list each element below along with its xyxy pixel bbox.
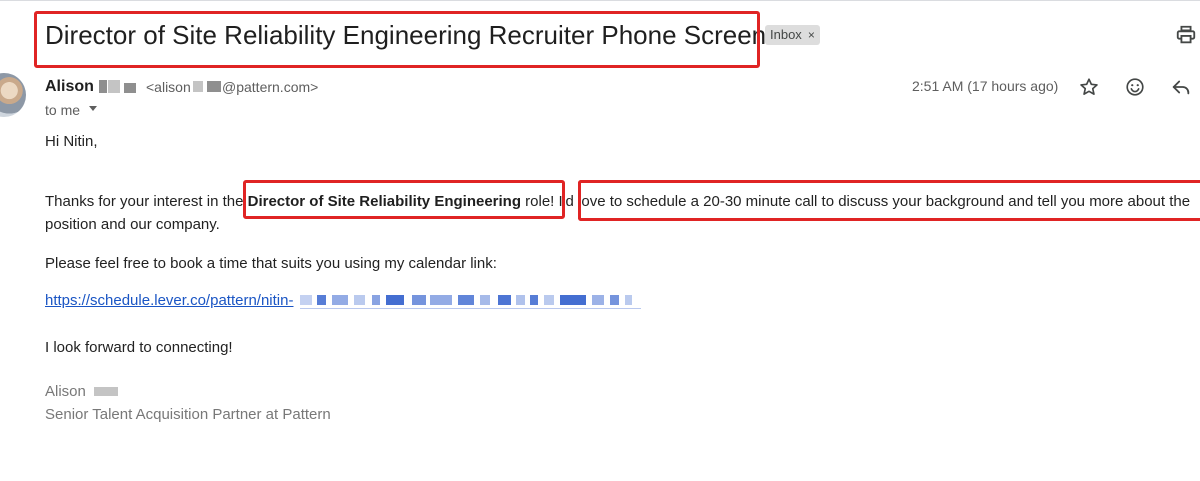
sender-surname-redaction xyxy=(124,83,136,93)
star-icon[interactable] xyxy=(1078,76,1100,98)
sender-email-domain: @pattern.com> xyxy=(222,79,319,95)
email-subject: Director of Site Reliability Engineering… xyxy=(45,20,767,50)
reply-icon[interactable] xyxy=(1170,76,1192,98)
calendar-link-underline xyxy=(300,308,641,309)
sender-surname-redaction xyxy=(99,80,107,93)
signature-name: Alison xyxy=(45,383,86,400)
role-title: Director of Site Reliability Engineering xyxy=(247,193,521,210)
print-icon[interactable] xyxy=(1175,24,1197,46)
calendar-link[interactable]: https://schedule.lever.co/pattern/nitin- xyxy=(45,290,293,312)
sender-surname-redaction xyxy=(108,80,120,93)
sender-avatar[interactable] xyxy=(0,73,26,117)
signature-title: Senior Talent Acquisition Partner at Pat… xyxy=(45,406,331,423)
inbox-label-text: Inbox xyxy=(770,27,802,42)
sender-email-redaction xyxy=(193,81,203,92)
signature-surname-redaction xyxy=(94,387,118,396)
remove-label-icon[interactable]: × xyxy=(808,28,815,42)
inbox-label-chip[interactable]: Inbox × xyxy=(765,25,820,45)
email-paragraph-1: Thanks for your interest in the Director… xyxy=(45,191,1190,213)
top-divider xyxy=(0,0,1200,1)
email-greeting: Hi Nitin, xyxy=(45,133,98,150)
emoji-icon[interactable] xyxy=(1124,76,1146,98)
paragraph-1-rest: role! I'd love to schedule a 20-30 minut… xyxy=(521,193,1191,210)
email-paragraph-1-line-2: position and our company. xyxy=(45,216,220,233)
calendar-link-redaction xyxy=(300,295,645,308)
email-view: Director of Site Reliability Engineering… xyxy=(0,0,1200,481)
chevron-down-icon[interactable] xyxy=(89,106,97,111)
sender-email-redaction xyxy=(207,81,221,92)
email-paragraph-3: I look forward to connecting! xyxy=(45,339,233,356)
sender-name: Alison xyxy=(45,78,94,95)
email-paragraph-2: Please feel free to book a time that sui… xyxy=(45,255,497,272)
recipient-label[interactable]: to me xyxy=(45,101,80,119)
paragraph-1-intro: Thanks for your interest in the xyxy=(45,193,248,210)
sender-email-prefix: <alison xyxy=(146,79,191,95)
email-timestamp: 2:51 AM (17 hours ago) xyxy=(912,78,1059,94)
